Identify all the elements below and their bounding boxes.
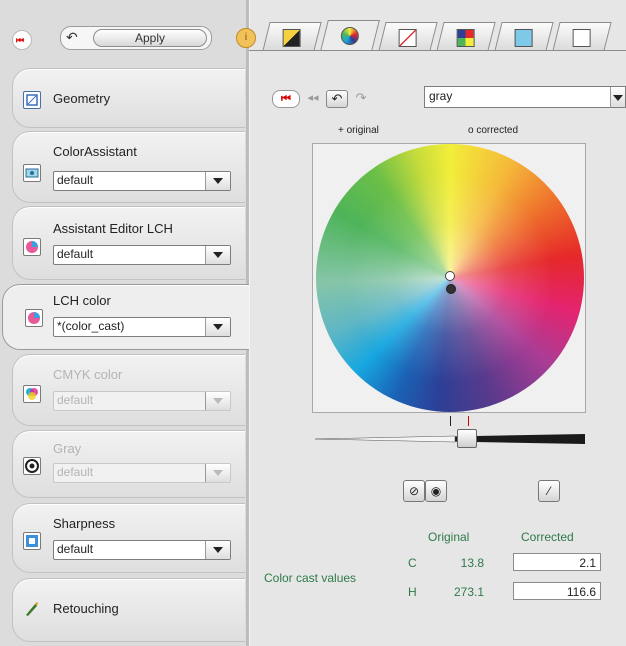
module-title: CMYK color bbox=[53, 367, 123, 382]
chevron-down-icon bbox=[205, 464, 230, 482]
module-retouching[interactable]: Retouching bbox=[12, 578, 245, 642]
history-controls: ⏮ ◂◂ ↶ ↷ bbox=[272, 88, 382, 110]
reset-history-icon[interactable]: ⏮ bbox=[272, 90, 300, 108]
preset-select[interactable]: gray bbox=[424, 86, 626, 108]
tab-palette[interactable] bbox=[436, 22, 496, 51]
original-c-value: 13.8 bbox=[460, 556, 484, 570]
module-title: Sharpness bbox=[53, 516, 116, 531]
preview-tab-icon bbox=[572, 29, 591, 47]
select-value: default bbox=[57, 465, 94, 479]
undo-icon[interactable]: ↶ bbox=[66, 29, 78, 46]
select-value: default bbox=[57, 393, 94, 407]
tab-curve[interactable] bbox=[378, 22, 438, 51]
tab-color-wheel[interactable] bbox=[320, 20, 380, 51]
legend-corrected: o corrected bbox=[468, 125, 519, 136]
slider-tick-original bbox=[450, 416, 451, 426]
palette-tab-icon bbox=[456, 29, 475, 47]
color-cast-values-label: Color cast values bbox=[264, 571, 357, 585]
corrected-h-input[interactable]: 116.6 bbox=[513, 582, 601, 600]
apply-group: ↶ Apply bbox=[60, 26, 212, 50]
select-value: *(color_cast) bbox=[57, 319, 125, 333]
target-icon[interactable]: ◉ bbox=[425, 480, 447, 502]
redo-icon[interactable]: ↷ bbox=[352, 90, 370, 106]
module-lch-color[interactable]: LCH color *(color_cast) bbox=[2, 284, 249, 350]
geometry-icon bbox=[23, 91, 41, 109]
module-preset-select: default bbox=[53, 463, 231, 483]
tab-channel[interactable] bbox=[494, 22, 554, 51]
sharpness-icon bbox=[23, 532, 41, 550]
tab-gradation[interactable] bbox=[262, 22, 322, 51]
step-back-icon[interactable]: ◂◂ bbox=[304, 90, 322, 106]
module-preset-select[interactable]: default bbox=[53, 540, 231, 560]
chevron-down-icon bbox=[205, 392, 230, 410]
chevron-down-icon[interactable] bbox=[205, 541, 230, 559]
row-label-c: C bbox=[408, 556, 417, 570]
luminance-slider-track[interactable] bbox=[315, 434, 585, 444]
module-preset-select[interactable]: *(color_cast) bbox=[53, 317, 231, 337]
retouching-icon bbox=[23, 601, 39, 617]
module-preset-select[interactable]: default bbox=[53, 171, 231, 191]
legend-original: + original bbox=[338, 125, 379, 136]
reset-icon: ⏮ bbox=[16, 35, 24, 45]
chevron-down-icon[interactable] bbox=[205, 246, 230, 264]
apply-button[interactable]: Apply bbox=[93, 29, 207, 47]
column-header-corrected: Corrected bbox=[521, 530, 574, 544]
preset-select-value: gray bbox=[429, 89, 453, 103]
module-title: Retouching bbox=[53, 601, 119, 616]
chevron-down-icon[interactable] bbox=[205, 318, 230, 336]
module-gray[interactable]: Gray default bbox=[12, 430, 245, 498]
module-color-assistant[interactable]: ColorAssistant default bbox=[12, 131, 245, 203]
corrected-marker[interactable] bbox=[446, 284, 456, 294]
slider-tick-corrected bbox=[468, 416, 469, 426]
module-cmyk-color[interactable]: CMYK color default bbox=[12, 354, 245, 426]
original-marker bbox=[445, 271, 455, 281]
module-title: Geometry bbox=[53, 91, 111, 106]
chevron-down-icon[interactable] bbox=[205, 172, 230, 190]
module-preset-select[interactable]: default bbox=[53, 245, 231, 265]
lch-color-icon bbox=[25, 309, 43, 327]
eyedropper-icon[interactable]: ⁄ bbox=[538, 480, 560, 502]
gradation-tab-icon bbox=[282, 29, 301, 47]
module-preset-select: default bbox=[53, 391, 231, 411]
row-label-h: H bbox=[408, 585, 417, 599]
module-assistant-editor-lch[interactable]: Assistant Editor LCH default bbox=[12, 206, 245, 280]
channel-tab-icon bbox=[514, 29, 533, 47]
cmyk-color-icon bbox=[23, 385, 41, 403]
module-title: Assistant Editor LCH bbox=[53, 221, 173, 236]
color-assistant-icon bbox=[23, 164, 41, 182]
color-wheel-tab-icon bbox=[340, 27, 359, 45]
module-geometry[interactable]: Geometry bbox=[12, 68, 245, 128]
column-header-original: Original bbox=[428, 530, 470, 544]
original-h-value: 273.1 bbox=[453, 585, 484, 599]
luminance-slider-thumb[interactable] bbox=[457, 429, 477, 448]
module-sharpness[interactable]: Sharpness default bbox=[12, 503, 245, 573]
corrected-c-input[interactable]: 2.1 bbox=[513, 553, 601, 571]
select-value: default bbox=[57, 173, 94, 187]
reset-button[interactable]: ⏮ bbox=[12, 30, 32, 50]
tab-preview[interactable] bbox=[552, 22, 612, 51]
assistant-editor-lch-icon bbox=[23, 238, 41, 256]
undo-icon[interactable]: ↶ bbox=[326, 90, 348, 108]
link-icon[interactable]: ⊘ bbox=[403, 480, 425, 502]
tab-baseline bbox=[249, 50, 626, 51]
select-value: default bbox=[57, 247, 94, 261]
module-title: LCH color bbox=[53, 293, 111, 308]
module-title: Gray bbox=[53, 441, 82, 456]
gray-icon bbox=[23, 457, 41, 475]
module-title: ColorAssistant bbox=[53, 144, 137, 159]
chevron-down-icon[interactable] bbox=[610, 87, 625, 107]
info-icon[interactable]: i bbox=[236, 28, 256, 48]
curve-tab-icon bbox=[398, 29, 417, 47]
select-value: default bbox=[57, 542, 94, 556]
